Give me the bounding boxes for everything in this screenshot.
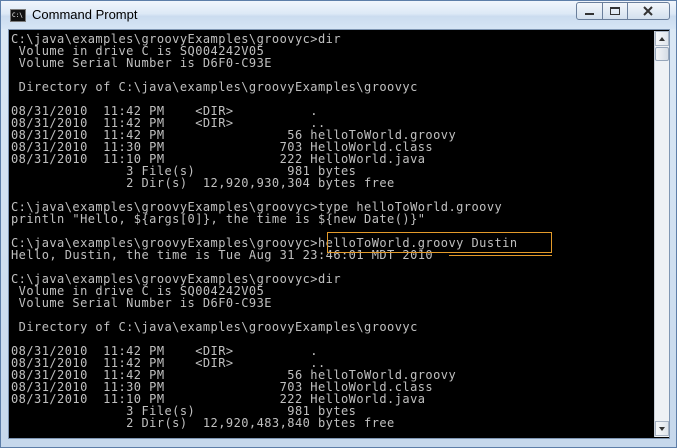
console-line: 2 Dir(s) 12,920,483,840 bytes free bbox=[11, 416, 395, 430]
vertical-scrollbar[interactable] bbox=[654, 31, 669, 437]
highlight-box-command bbox=[327, 232, 552, 253]
console-line: println "Hello, ${args[0]}, the time is … bbox=[11, 212, 426, 226]
console-line: Volume Serial Number is D6F0-C93E bbox=[11, 56, 272, 70]
scroll-thumb[interactable] bbox=[655, 47, 669, 61]
maximize-icon bbox=[610, 7, 620, 15]
scroll-down-button[interactable] bbox=[655, 421, 669, 436]
minimize-icon bbox=[585, 13, 594, 15]
console-line: Volume Serial Number is D6F0-C93E bbox=[11, 296, 272, 310]
arrow-up-icon bbox=[659, 37, 665, 41]
console-line: Directory of C:\java\examples\groovyExam… bbox=[11, 80, 418, 94]
console-line: Directory of C:\java\examples\groovyExam… bbox=[11, 320, 418, 334]
maximize-button[interactable] bbox=[602, 2, 628, 20]
console-frame: C:\java\examples\groovyExamples\groovyc>… bbox=[8, 29, 670, 439]
minimize-button[interactable] bbox=[576, 2, 603, 20]
command-prompt-icon[interactable]: C:\ bbox=[10, 9, 26, 22]
window-title: Command Prompt bbox=[32, 7, 138, 22]
highlight-underline-output bbox=[449, 255, 552, 256]
command-prompt-window: C:\ Command Prompt C:\java\examples\groo… bbox=[0, 0, 677, 448]
close-button[interactable] bbox=[627, 2, 670, 20]
arrow-down-icon bbox=[659, 427, 665, 431]
title-bar[interactable]: C:\ Command Prompt bbox=[1, 1, 676, 29]
console-line: 2 Dir(s) 12,920,930,304 bytes free bbox=[11, 176, 395, 190]
scroll-up-button[interactable] bbox=[655, 31, 669, 46]
close-icon bbox=[643, 6, 653, 16]
